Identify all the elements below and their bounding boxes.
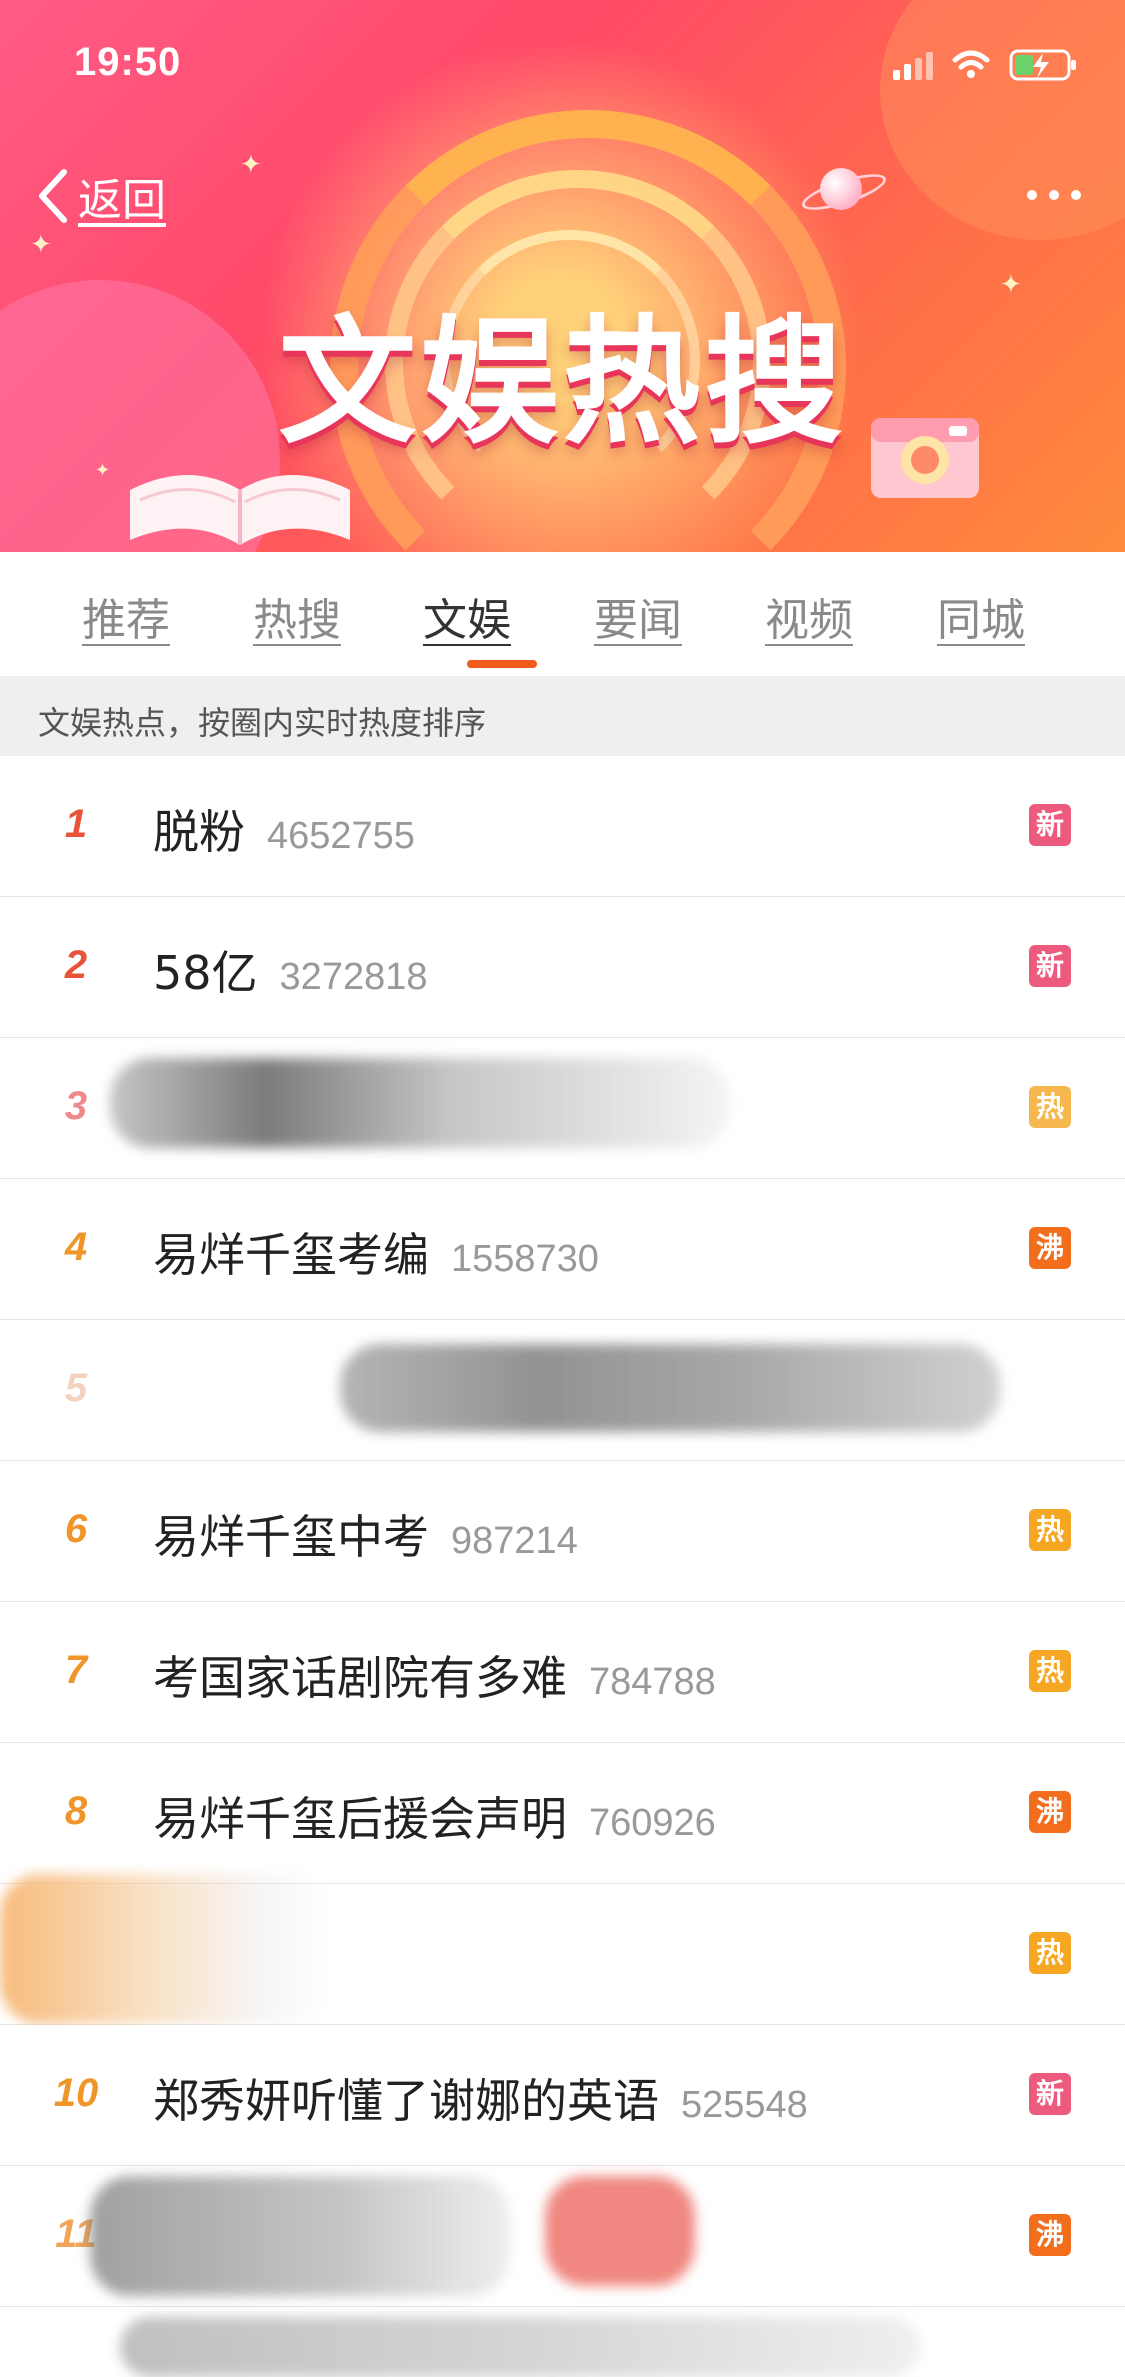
list-item[interactable]: 10 郑秀妍听懂了谢娜的英语 525548 新 xyxy=(0,2025,1125,2166)
heat-count: 784788 xyxy=(589,1661,716,1703)
boil-badge: 沸 xyxy=(1029,1791,1071,1833)
topic-text: 易烊千玺中考 xyxy=(153,1510,429,1564)
new-badge: 新 xyxy=(1029,2073,1071,2115)
list-item-obscured[interactable]: 5 xyxy=(0,1320,1125,1461)
heat-count: 4652755 xyxy=(267,815,415,857)
boil-badge: 沸 xyxy=(1029,1227,1071,1269)
tab-news[interactable]: 要闻 xyxy=(594,584,682,648)
battery-charging-icon xyxy=(1009,49,1076,81)
rank-number: 6 xyxy=(64,1507,88,1551)
redaction-scribble xyxy=(0,1874,330,2024)
topic-title: 易烊千玺考编 1558730 xyxy=(153,1219,599,1285)
redaction-scribble xyxy=(90,2176,510,2296)
tab-recommend[interactable]: 推荐 xyxy=(82,584,170,648)
hot-badge: 热 xyxy=(1029,1509,1071,1551)
rank-number: 5 xyxy=(64,1366,88,1410)
rank-number: 7 xyxy=(64,1648,88,1692)
more-dot-icon xyxy=(1071,190,1081,200)
heat-count: 525548 xyxy=(681,2084,808,2126)
list-item-obscured[interactable]: 3 热 xyxy=(0,1038,1125,1179)
section-description: 文娱热点，按圈内实时热度排序 xyxy=(0,676,1125,756)
redaction-scribble xyxy=(120,2317,920,2377)
rank-number: 1 xyxy=(64,802,88,846)
list-item-partial[interactable] xyxy=(0,2307,1125,2377)
new-badge: 新 xyxy=(1029,945,1071,987)
tab-local[interactable]: 同城 xyxy=(937,584,1025,648)
hot-badge: 热 xyxy=(1029,1932,1071,1974)
list-item[interactable]: 7 考国家话剧院有多难 784788 热 xyxy=(0,1602,1125,1743)
header-banner: ✦ ✦ ✦ ✦ 19:50 返回 文娱热搜 xyxy=(0,0,1125,552)
active-tab-indicator xyxy=(467,660,537,668)
tab-video[interactable]: 视频 xyxy=(765,584,853,648)
heat-count: 3272818 xyxy=(279,956,428,998)
new-badge: 新 xyxy=(1029,804,1071,846)
category-tabs: 推荐 热搜 文娱 要闻 视频 同城 xyxy=(0,552,1125,676)
topic-text: 易烊千玺考编 xyxy=(153,1228,429,1282)
banner-decoration xyxy=(880,0,1125,240)
tab-entertainment[interactable]: 文娱 xyxy=(423,584,511,648)
rank-number: 2 xyxy=(64,943,88,987)
rank-number: 10 xyxy=(53,2071,99,2115)
status-icons xyxy=(893,48,1079,82)
banner-title: 文娱热搜 xyxy=(278,302,847,463)
list-item[interactable]: 8 易烊千玺后援会声明 760926 沸 xyxy=(0,1743,1125,1884)
topic-text: 郑秀妍听懂了谢娜的英语 xyxy=(153,2074,659,2128)
topic-text: 脱粉 xyxy=(153,805,245,859)
topic-title: 考国家话剧院有多难 784788 xyxy=(153,1642,716,1708)
sparkle-icon: ✦ xyxy=(240,150,262,180)
topic-title: 脱粉 4652755 xyxy=(153,796,415,862)
list-item[interactable]: 1 脱粉 4652755 新 xyxy=(0,756,1125,897)
wifi-icon xyxy=(952,50,990,78)
redaction-scribble xyxy=(545,2176,695,2286)
topic-text: 易烊千玺后援会声明 xyxy=(153,1792,567,1846)
redaction-scribble xyxy=(110,1058,730,1148)
topic-text: 考国家话剧院有多难 xyxy=(153,1651,567,1705)
rank-number: 4 xyxy=(64,1225,88,1269)
rank-number: 11 xyxy=(55,2212,97,2256)
back-button[interactable]: 返回 xyxy=(34,164,166,228)
hot-search-list: 1 脱粉 4652755 新 2 58亿 3272818 新 3 热 4 易烊千玺考… xyxy=(0,756,1125,2377)
topic-text: 58亿 xyxy=(153,946,258,1000)
back-label: 返回 xyxy=(78,175,166,226)
more-options-button[interactable] xyxy=(1027,190,1081,200)
planet-icon xyxy=(820,168,862,210)
rank-number: 8 xyxy=(64,1789,88,1833)
list-item[interactable]: 4 易烊千玺考编 1558730 沸 xyxy=(0,1179,1125,1320)
topic-title: 易烊千玺中考 987214 xyxy=(153,1501,578,1567)
redaction-scribble xyxy=(340,1344,1000,1432)
heat-count: 987214 xyxy=(451,1520,578,1562)
list-item-obscured[interactable]: 11 沸 xyxy=(0,2166,1125,2307)
section-description-text: 文娱热点，按圈内实时热度排序 xyxy=(38,704,487,742)
more-dot-icon xyxy=(1027,190,1037,200)
list-item[interactable]: 6 易烊千玺中考 987214 热 xyxy=(0,1461,1125,1602)
topic-title: 易烊千玺后援会声明 760926 xyxy=(153,1783,716,1849)
hot-badge: 热 xyxy=(1029,1086,1071,1128)
boil-badge: 沸 xyxy=(1029,2214,1071,2256)
more-dot-icon xyxy=(1049,190,1059,200)
status-time: 19:50 xyxy=(74,40,182,84)
rank-number: 3 xyxy=(64,1084,88,1128)
list-item-obscured[interactable]: 热 xyxy=(0,1874,1125,2025)
topic-title: 58亿 3272818 xyxy=(153,937,427,1003)
heat-count: 760926 xyxy=(589,1802,716,1844)
hot-badge: 热 xyxy=(1029,1650,1071,1692)
chevron-left-icon xyxy=(39,169,67,223)
sparkle-icon: ✦ xyxy=(30,230,52,260)
list-item[interactable]: 2 58亿 3272818 新 xyxy=(0,897,1125,1038)
heat-count: 1558730 xyxy=(451,1238,599,1280)
topic-title: 郑秀妍听懂了谢娜的英语 525548 xyxy=(153,2065,808,2131)
tab-hot-search[interactable]: 热搜 xyxy=(253,584,341,648)
signal-icon xyxy=(893,50,933,80)
